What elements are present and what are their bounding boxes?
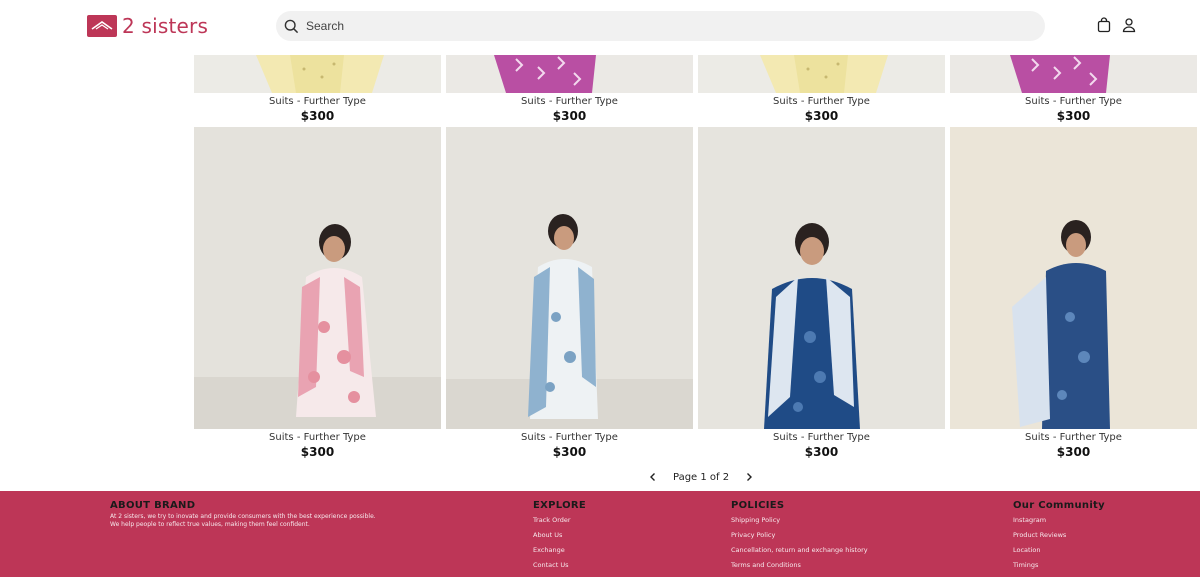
footer-explore-heading: EXPLORE [533,500,587,511]
product-price: $300 [552,445,587,459]
product-card[interactable]: Suits - Further Type $300 [446,55,693,124]
product-image[interactable] [446,127,693,429]
footer-link-privacy-policy[interactable]: Privacy Policy [731,528,868,543]
product-card[interactable]: Suits - Further Type $300 [950,127,1197,460]
logo-mark-icon [87,15,117,37]
footer-link-timings[interactable]: Timings [1013,558,1105,573]
product-title[interactable]: Suits - Further Type [950,95,1197,108]
chevron-left-icon[interactable] [645,469,661,485]
footer-link-shipping-policy[interactable]: Shipping Policy [731,513,868,528]
product-card[interactable]: Suits - Further Type $300 [194,55,441,124]
footer-link-cancellation[interactable]: Cancellation, return and exchange histor… [731,543,868,558]
pagination: Page 1 of 2 [645,469,757,485]
page-indicator: Page 1 of 2 [673,471,730,483]
footer-about-text-2: We help people to reflect true values, m… [110,521,310,528]
product-image[interactable] [698,127,945,429]
product-title[interactable]: Suits - Further Type [950,431,1197,444]
footer-explore: EXPLORE Track Order About Us Exchange Co… [533,500,586,573]
footer-link-exchange[interactable]: Exchange [533,543,586,558]
product-price: $300 [300,445,335,459]
product-price: $300 [1056,445,1091,459]
site-footer: ABOUT BRAND At 2 sisters, we try to inov… [0,491,1200,577]
footer-link-terms[interactable]: Terms and Conditions [731,558,868,573]
user-icon[interactable] [1121,17,1137,33]
product-image[interactable] [194,55,441,93]
footer-about-text-1: At 2 sisters, we try to inovate and prov… [110,513,376,520]
footer-about: ABOUT BRAND At 2 sisters, we try to inov… [110,500,376,529]
footer-about-heading: ABOUT BRAND [110,500,196,511]
product-card[interactable]: Suits - Further Type $300 [446,127,693,460]
footer-link-location[interactable]: Location [1013,543,1105,558]
product-price: $300 [804,109,839,123]
product-title[interactable]: Suits - Further Type [194,431,441,444]
footer-community-heading: Our Community [1013,500,1105,511]
product-price: $300 [300,109,335,123]
product-card[interactable]: Suits - Further Type $300 [194,127,441,460]
product-title[interactable]: Suits - Further Type [194,95,441,108]
brand-name: 2 sisters [122,14,209,38]
product-card[interactable]: Suits - Further Type $300 [698,55,945,124]
search-bar[interactable] [276,11,1045,41]
footer-policies-heading: POLICIES [731,500,785,511]
search-input[interactable] [306,19,1006,33]
footer-policies: POLICIES Shipping Policy Privacy Policy … [731,500,868,573]
product-image[interactable] [446,55,693,93]
product-title[interactable]: Suits - Further Type [698,431,945,444]
product-price: $300 [804,445,839,459]
product-image[interactable] [194,127,441,429]
brand-logo[interactable]: 2 sisters [87,14,209,38]
search-icon [282,17,300,35]
chevron-right-icon[interactable] [741,469,757,485]
product-image[interactable] [950,55,1197,93]
footer-community: Our Community Instagram Product Reviews … [1013,500,1105,573]
product-title[interactable]: Suits - Further Type [698,95,945,108]
product-title[interactable]: Suits - Further Type [446,431,693,444]
footer-link-track-order[interactable]: Track Order [533,513,586,528]
footer-link-about-us[interactable]: About Us [533,528,586,543]
shopping-bag-icon[interactable] [1096,17,1112,33]
footer-link-contact-us[interactable]: Contact Us [533,558,586,573]
product-title[interactable]: Suits - Further Type [446,95,693,108]
site-header: 2 sisters [0,0,1200,55]
product-image[interactable] [950,127,1197,429]
product-price: $300 [552,109,587,123]
footer-link-instagram[interactable]: Instagram [1013,513,1105,528]
product-card[interactable]: Suits - Further Type $300 [698,127,945,460]
footer-link-product-reviews[interactable]: Product Reviews [1013,528,1105,543]
product-price: $300 [1056,109,1091,123]
product-image[interactable] [698,55,945,93]
product-card[interactable]: Suits - Further Type $300 [950,55,1197,124]
